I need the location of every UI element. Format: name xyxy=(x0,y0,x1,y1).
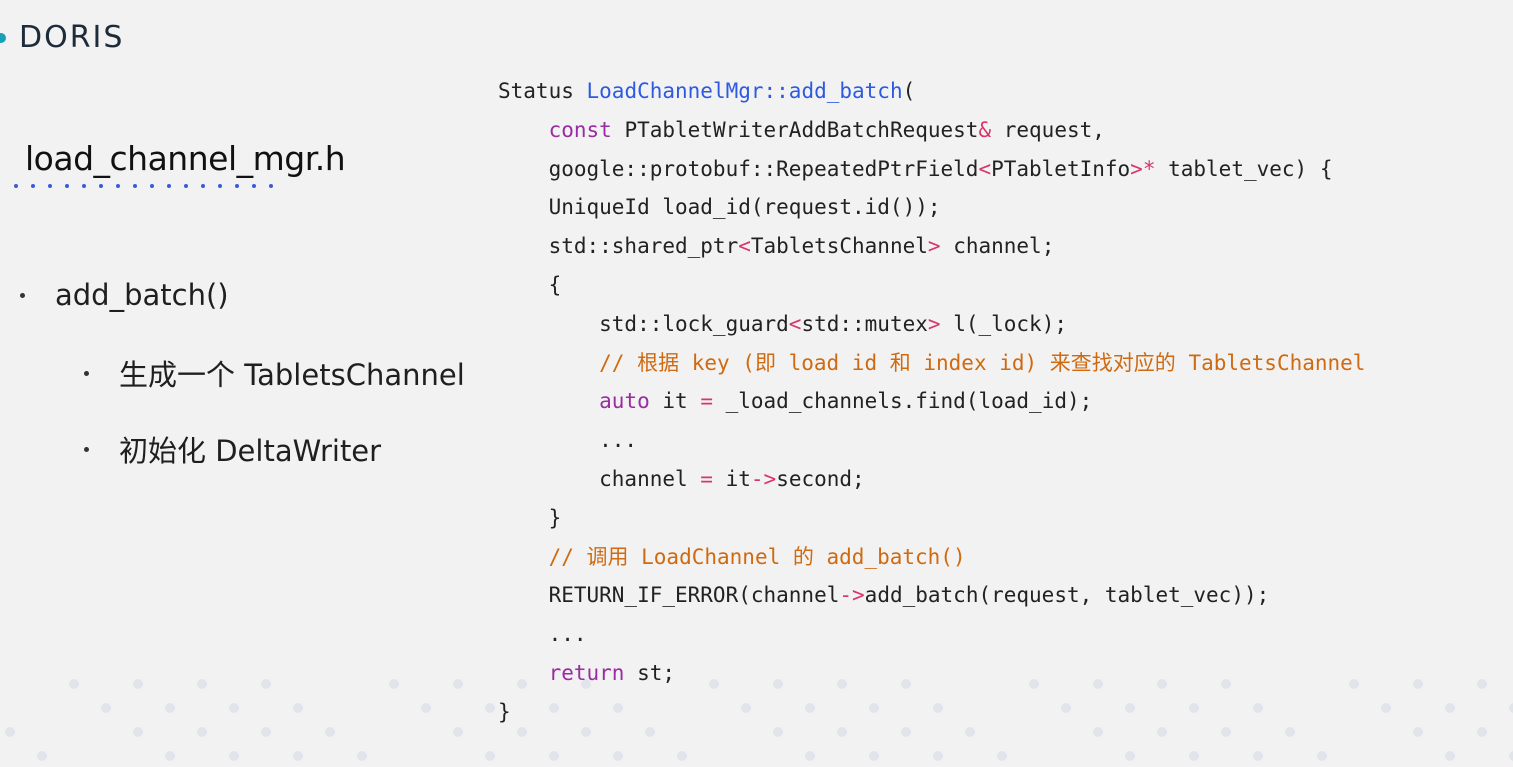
code-line: ... xyxy=(498,615,1513,654)
code-line: google::protobuf::RepeatedPtrField<PTabl… xyxy=(498,150,1513,189)
code-line: ... xyxy=(498,421,1513,460)
code-token: > xyxy=(927,234,941,259)
code-token: PTabletWriterAddBatchRequest xyxy=(611,117,979,142)
file-title: load_channel_mgr.h xyxy=(25,139,346,178)
code-token: Status xyxy=(498,79,587,103)
bullet-text: 初始化 DeltaWriter xyxy=(119,434,382,468)
code-token: const xyxy=(548,117,612,142)
code-line: auto it = _load_channels.find(load_id); xyxy=(498,382,1513,421)
code-token: RETURN_IF_ERROR(channel xyxy=(498,583,840,608)
code-line: } xyxy=(498,693,1513,732)
code-token: _load_channels.find(load_id); xyxy=(712,389,1093,414)
doris-logo: DORIS xyxy=(0,20,124,55)
code-token: >* xyxy=(1130,156,1156,181)
code-token: std::shared_ptr xyxy=(498,234,739,259)
code-token: google::protobuf::RepeatedPtrField xyxy=(498,156,979,181)
code-token: tablet_vec) { xyxy=(1155,156,1333,181)
logo-mark-icon xyxy=(0,32,6,43)
bullet-create-tablets-channel: 生成一个 TabletsChannel xyxy=(84,352,465,394)
code-token: it xyxy=(649,389,701,414)
code-token: st; xyxy=(624,660,676,685)
code-token: return xyxy=(548,660,625,685)
code-token: < xyxy=(978,156,992,181)
code-token: // 调用 LoadChannel 的 add_batch() xyxy=(548,544,966,569)
code-line: } xyxy=(498,499,1513,538)
code-token: ... xyxy=(498,622,587,647)
bullet-text: add_batch() xyxy=(55,278,229,312)
code-token: second; xyxy=(776,466,865,491)
code-line: Status LoadChannelMgr::add_batch( xyxy=(498,72,1513,111)
code-line: const PTabletWriterAddBatchRequest& requ… xyxy=(498,111,1513,150)
code-token: add_batch(request, tablet_vec)); xyxy=(864,583,1270,608)
code-token: LoadChannelMgr::add_batch xyxy=(586,79,903,103)
code-block: Status LoadChannelMgr::add_batch( const … xyxy=(498,72,1513,732)
code-token: std::mutex xyxy=(801,311,928,336)
code-token: auto xyxy=(599,389,650,414)
code-line: std::shared_ptr<TabletsChannel> channel; xyxy=(498,227,1513,266)
code-token: } xyxy=(498,505,562,530)
bullet-icon xyxy=(20,292,25,298)
code-line: return st; xyxy=(498,654,1513,693)
code-line: channel = it->second; xyxy=(498,460,1513,499)
code-token: channel; xyxy=(940,234,1055,259)
code-token: -> xyxy=(750,466,777,491)
logo-text: DORIS xyxy=(19,20,125,55)
code-token: } xyxy=(498,699,511,724)
code-token: request, xyxy=(991,117,1105,142)
bullet-add-batch: add_batch() xyxy=(20,278,229,312)
code-token: TabletsChannel xyxy=(750,234,928,259)
code-token: = xyxy=(700,466,713,491)
code-token: < xyxy=(738,234,751,259)
code-token: std::lock_guard xyxy=(498,311,789,336)
title-dotted-underline xyxy=(14,184,273,188)
code-line: UniqueId load_id(request.id()); xyxy=(498,188,1513,227)
code-token: < xyxy=(788,311,802,336)
code-token: channel xyxy=(498,466,701,491)
code-token: UniqueId load_id(request.id()); xyxy=(498,195,941,220)
code-line: { xyxy=(498,266,1513,305)
bullet-text: 生成一个 TabletsChannel xyxy=(119,358,465,392)
code-line: // 调用 LoadChannel 的 add_batch() xyxy=(498,538,1513,577)
bullet-init-delta-writer: 初始化 DeltaWriter xyxy=(84,428,381,470)
code-token: ( xyxy=(902,79,916,103)
code-token: PTabletInfo xyxy=(991,156,1131,181)
code-token: l(_lock); xyxy=(940,311,1067,336)
code-token: -> xyxy=(839,583,865,608)
code-token: // 根据 key (即 load id 和 index id) 来查找对应的 … xyxy=(599,350,1366,375)
code-token: > xyxy=(927,311,941,336)
code-token: { xyxy=(498,272,562,297)
code-line: // 根据 key (即 load id 和 index id) 来查找对应的 … xyxy=(498,344,1513,383)
code-line: std::lock_guard<std::mutex> l(_lock); xyxy=(498,305,1513,344)
bullet-icon xyxy=(84,370,89,376)
code-line: RETURN_IF_ERROR(channel->add_batch(reque… xyxy=(498,576,1513,615)
bullet-icon xyxy=(84,446,89,452)
code-token: ... xyxy=(498,428,638,453)
code-token: = xyxy=(700,389,713,414)
code-token: it xyxy=(712,466,751,491)
code-token: & xyxy=(978,117,992,142)
